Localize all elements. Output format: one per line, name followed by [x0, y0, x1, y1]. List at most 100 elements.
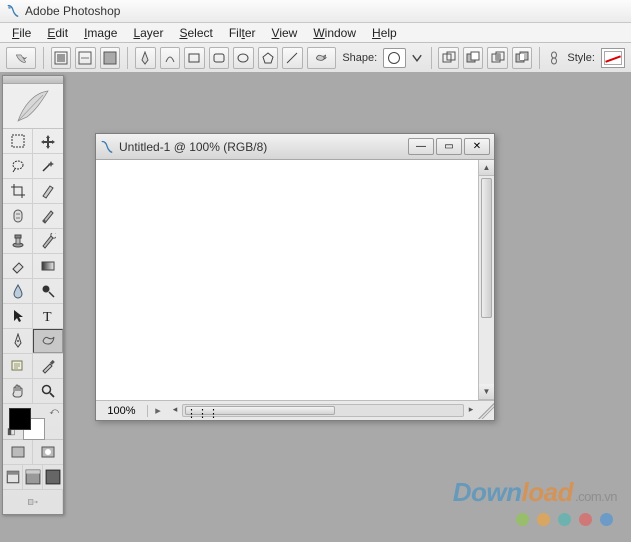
ellipse-shape-icon[interactable] — [233, 47, 254, 69]
vertical-scrollbar[interactable]: ▲ ▼ — [478, 160, 494, 400]
polygon-shape-icon[interactable] — [258, 47, 279, 69]
crop-tool[interactable] — [3, 179, 33, 203]
paths-button[interactable] — [75, 47, 96, 69]
standard-mode-icon[interactable] — [3, 440, 33, 464]
document-titlebar[interactable]: Untitled-1 @ 100% (RGB/8) ― ▭ ✕ — [96, 134, 494, 160]
photoshop-icon — [100, 140, 114, 154]
scroll-up-icon[interactable]: ▲ — [479, 160, 494, 176]
history-brush-tool[interactable] — [33, 229, 63, 253]
menu-layer[interactable]: Layer — [125, 24, 171, 42]
menu-view[interactable]: View — [264, 24, 306, 42]
shape-dropdown-arrow-icon[interactable] — [410, 47, 424, 69]
scroll-thumb[interactable] — [481, 178, 492, 318]
menu-image[interactable]: Image — [76, 24, 125, 42]
dot-icon — [600, 513, 613, 526]
link-icon[interactable] — [547, 47, 561, 69]
screen-mode-full-menubar-icon[interactable] — [23, 465, 43, 489]
separator — [127, 47, 128, 69]
separator — [539, 47, 540, 69]
zoom-tool[interactable] — [33, 379, 63, 403]
marquee-tool[interactable] — [3, 129, 33, 153]
menu-select[interactable]: Select — [171, 24, 220, 42]
move-tool[interactable] — [33, 129, 63, 153]
zoom-field[interactable]: 100% — [96, 405, 148, 417]
clone-stamp-tool[interactable] — [3, 229, 33, 253]
line-shape-icon[interactable] — [282, 47, 303, 69]
lasso-tool[interactable] — [3, 154, 33, 178]
scroll-down-icon[interactable]: ▼ — [479, 384, 494, 400]
titlebar: Adobe Photoshop — [0, 0, 631, 23]
swap-colors-icon[interactable]: ⤺ — [49, 406, 59, 417]
watermark: Download.com.vn — [453, 477, 617, 508]
shape-picker[interactable] — [383, 48, 405, 68]
gradient-tool[interactable] — [33, 254, 63, 278]
combine-exclude-icon[interactable] — [512, 47, 533, 69]
menu-edit[interactable]: Edit — [39, 24, 76, 42]
menubar: File Edit Image Layer Select Filter View… — [0, 23, 631, 43]
custom-shape-tool[interactable] — [33, 329, 63, 353]
close-button[interactable]: ✕ — [464, 138, 490, 155]
menu-filter[interactable]: Filter — [221, 24, 264, 42]
menu-file[interactable]: File — [4, 24, 39, 42]
separator — [43, 47, 44, 69]
document-status-bar: 100% ▸ ◂ ⋮⋮⋮ ▸ — [96, 400, 494, 420]
rounded-rect-shape-icon[interactable] — [209, 47, 230, 69]
app-title: Adobe Photoshop — [25, 4, 120, 18]
quick-mask-mode-icon[interactable] — [33, 440, 63, 464]
document-window: Untitled-1 @ 100% (RGB/8) ― ▭ ✕ ▲ ▼ 100%… — [95, 133, 495, 421]
toolbox-grip[interactable] — [3, 76, 63, 84]
horizontal-scrollbar[interactable]: ◂ ⋮⋮⋮ ▸ — [168, 404, 478, 418]
color-swatches: ⤺ ◧ — [3, 404, 63, 440]
eraser-tool[interactable] — [3, 254, 33, 278]
brush-tool[interactable] — [33, 204, 63, 228]
style-label: Style: — [567, 52, 595, 64]
combine-subtract-icon[interactable] — [463, 47, 484, 69]
custom-shape-icon[interactable] — [307, 47, 337, 69]
scroll-left-icon[interactable]: ◂ — [168, 404, 182, 418]
scroll-right-icon[interactable]: ▸ — [464, 404, 478, 418]
freeform-pen-icon[interactable] — [160, 47, 181, 69]
foreground-color[interactable] — [9, 408, 31, 430]
magic-wand-tool[interactable] — [33, 154, 63, 178]
dot-icon — [537, 513, 550, 526]
tool-preset-picker[interactable] — [6, 47, 36, 69]
fill-pixels-button[interactable] — [100, 47, 121, 69]
slice-tool[interactable] — [33, 179, 63, 203]
canvas[interactable] — [96, 160, 478, 400]
photoshop-icon — [6, 4, 20, 18]
pen-icon[interactable] — [135, 47, 156, 69]
menu-window[interactable]: Window — [305, 24, 364, 42]
hand-tool[interactable] — [3, 379, 33, 403]
pen-tool[interactable] — [3, 329, 33, 353]
resize-grip-icon[interactable] — [478, 403, 494, 419]
options-bar: Shape: Style: — [0, 43, 631, 73]
dot-icon — [579, 513, 592, 526]
screen-mode-full-icon[interactable] — [43, 465, 63, 489]
path-selection-tool[interactable] — [3, 304, 33, 328]
shape-label: Shape: — [342, 52, 377, 64]
screen-mode-standard-icon[interactable] — [3, 465, 23, 489]
style-picker[interactable] — [601, 48, 625, 68]
minimize-button[interactable]: ― — [408, 138, 434, 155]
dot-icon — [558, 513, 571, 526]
rectangle-shape-icon[interactable] — [184, 47, 205, 69]
shape-layers-button[interactable] — [51, 47, 72, 69]
toolbox-logo — [3, 84, 63, 129]
notes-tool[interactable] — [3, 354, 33, 378]
document-title: Untitled-1 @ 100% (RGB/8) — [119, 140, 406, 154]
watermark-dots — [516, 513, 613, 526]
info-menu-icon[interactable]: ▸ — [148, 404, 168, 417]
maximize-button[interactable]: ▭ — [436, 138, 462, 155]
healing-brush-tool[interactable] — [3, 204, 33, 228]
combine-intersect-icon[interactable] — [487, 47, 508, 69]
scroll-thumb[interactable]: ⋮⋮⋮ — [185, 406, 335, 415]
imageready-jump-icon[interactable] — [3, 490, 63, 514]
separator — [431, 47, 432, 69]
svg-text:T: T — [43, 310, 52, 324]
menu-help[interactable]: Help — [364, 24, 405, 42]
dodge-tool[interactable] — [33, 279, 63, 303]
eyedropper-tool[interactable] — [33, 354, 63, 378]
type-tool[interactable]: T — [33, 304, 63, 328]
blur-tool[interactable] — [3, 279, 33, 303]
combine-add-icon[interactable] — [438, 47, 459, 69]
